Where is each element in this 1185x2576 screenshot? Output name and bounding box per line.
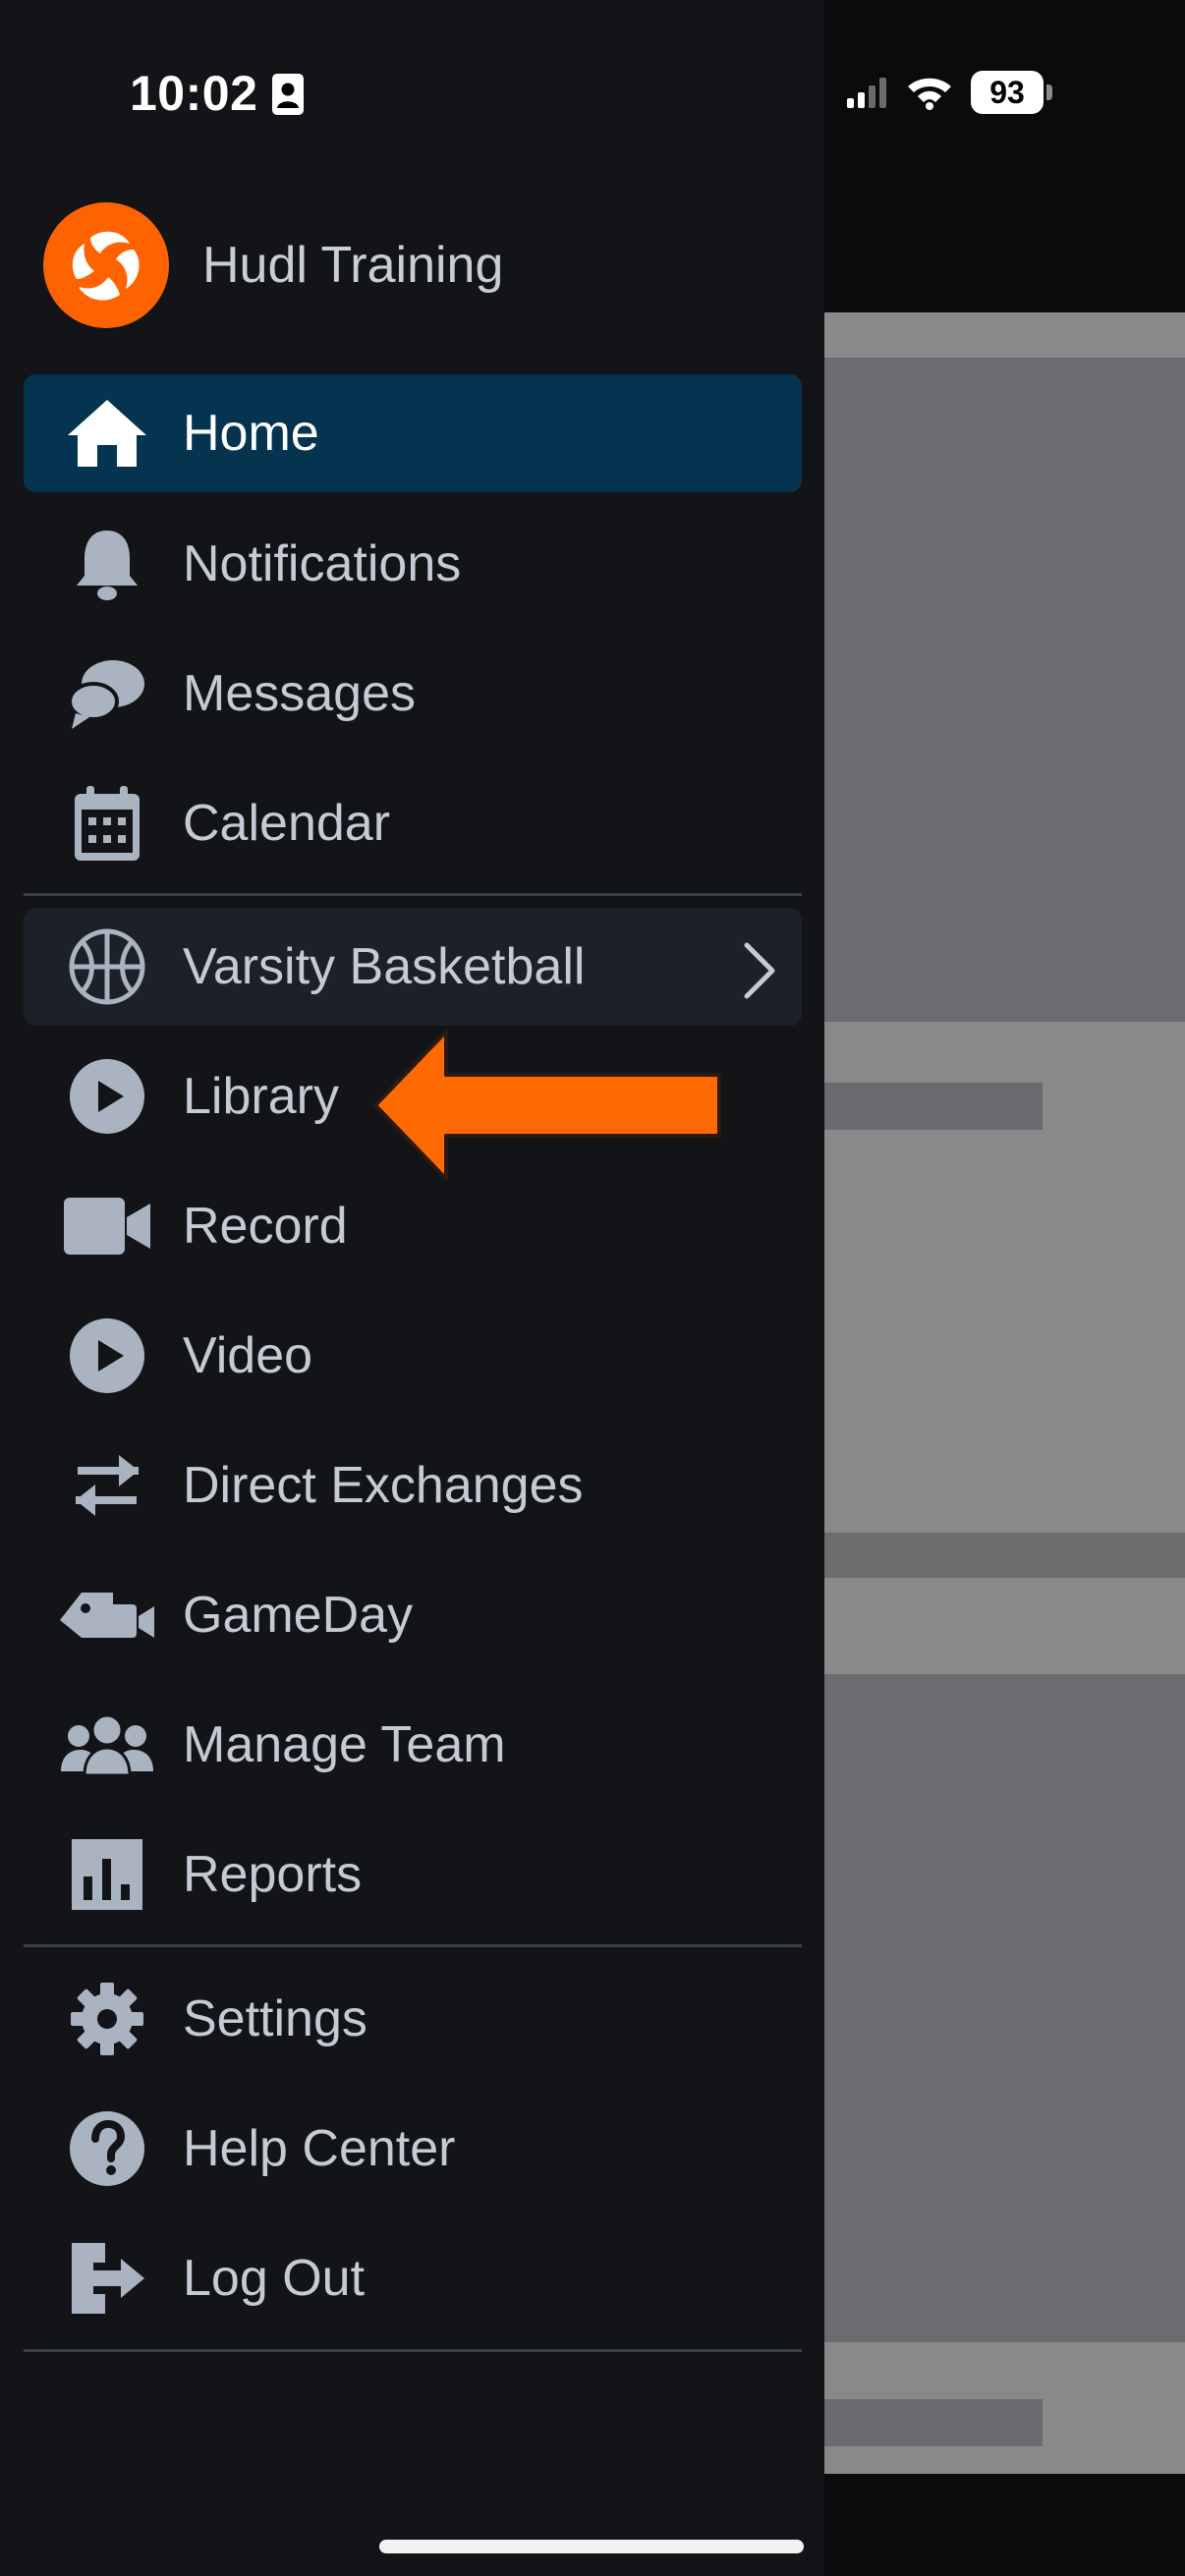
nav-item-help-center[interactable]: Help Center	[24, 2090, 802, 2208]
background-block	[824, 312, 1185, 358]
background-header	[824, 0, 1185, 312]
nav-label: Log Out	[183, 2250, 366, 2307]
nav-item-record[interactable]: Record	[24, 1167, 802, 1285]
bell-icon	[53, 527, 161, 601]
nav-item-video[interactable]: Video	[24, 1297, 802, 1415]
nav-item-direct-exchanges[interactable]: Direct Exchanges	[24, 1427, 802, 1544]
nav-item-calendar[interactable]: Calendar	[24, 764, 802, 882]
navigation-drawer: 10:02 Home Notifications Messages Calend…	[0, 0, 824, 2576]
divider	[24, 2349, 802, 2352]
basketball-icon	[53, 927, 161, 1006]
battery-indicator: 93	[971, 71, 1052, 114]
background-block	[824, 1533, 1185, 1578]
team-header[interactable]: Hudl Training	[43, 202, 503, 328]
cellular-signal-icon	[847, 78, 886, 108]
nav-label: Messages	[183, 665, 416, 722]
background-card[interactable]	[824, 1674, 1185, 2342]
nav-item-messages[interactable]: Messages	[24, 635, 802, 753]
nav-label: Library	[183, 1068, 339, 1125]
divider	[24, 893, 802, 896]
nav-label: Reports	[183, 1846, 363, 1903]
nav-item-home[interactable]: Home	[24, 374, 802, 492]
swap-arrows-icon	[53, 1453, 161, 1518]
background-block	[824, 1578, 1185, 1674]
nav-item-reports[interactable]: Reports	[24, 1816, 802, 1933]
nav-item-log-out[interactable]: Log Out	[24, 2219, 802, 2337]
home-indicator[interactable]	[379, 2540, 804, 2553]
background-bar	[824, 1083, 1043, 1130]
question-circle-icon	[53, 2109, 161, 2188]
nav-label: Manage Team	[183, 1716, 506, 1773]
divider	[24, 1944, 802, 1947]
log-out-icon	[53, 2241, 161, 2316]
team-group-icon	[53, 1712, 161, 1777]
nav-label: Help Center	[183, 2120, 456, 2177]
chat-bubbles-icon	[53, 656, 161, 731]
nav-label: Direct Exchanges	[183, 1457, 584, 1514]
wifi-icon	[908, 78, 951, 110]
nav-label: Settings	[183, 1990, 367, 2047]
background-footer	[824, 2474, 1185, 2576]
team-selector-label: Varsity Basketball	[183, 938, 586, 995]
team-selector[interactable]: Varsity Basketball	[24, 908, 802, 1026]
nav-label: Calendar	[183, 795, 391, 852]
hudl-logo-icon	[72, 231, 140, 301]
video-camera-icon	[53, 1196, 161, 1257]
team-logo-avatar	[43, 202, 169, 328]
nav-item-notifications[interactable]: Notifications	[24, 505, 802, 623]
play-circle-icon	[53, 1316, 161, 1395]
nav-label: Record	[183, 1198, 348, 1255]
home-icon	[53, 398, 161, 469]
annotation-arrow-left	[373, 1030, 721, 1181]
play-circle-icon	[53, 1057, 161, 1136]
chevron-right-icon	[743, 941, 776, 1005]
calendar-icon	[53, 784, 161, 863]
nav-label: Home	[183, 405, 319, 462]
nav-label: Notifications	[183, 535, 462, 592]
status-time: 10:02	[130, 66, 258, 121]
gameday-ticket-camera-icon	[53, 1587, 161, 1644]
team-name: Hudl Training	[202, 237, 504, 294]
nav-item-gameday[interactable]: GameDay	[24, 1556, 802, 1674]
nav-item-settings[interactable]: Settings	[24, 1960, 802, 2078]
background-card[interactable]	[824, 358, 1185, 1022]
status-bar-right: 93	[847, 71, 1052, 114]
nav-item-manage-team[interactable]: Manage Team	[24, 1686, 802, 1804]
bar-chart-icon	[53, 1837, 161, 1912]
nav-label: Video	[183, 1327, 313, 1384]
nav-label: GameDay	[183, 1587, 414, 1644]
contact-card-icon	[271, 73, 305, 121]
background-bar	[824, 2399, 1043, 2446]
gear-icon	[53, 1981, 161, 2057]
